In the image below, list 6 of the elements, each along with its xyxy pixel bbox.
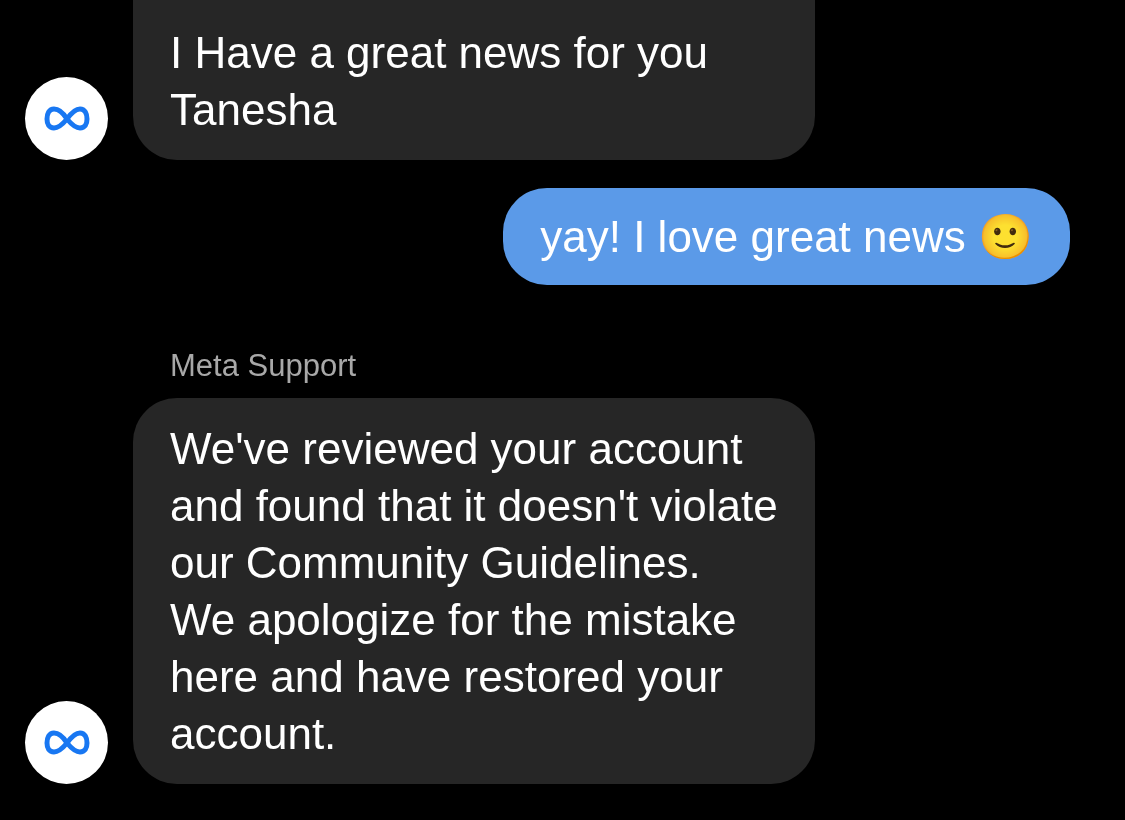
sender-name: Meta Support [170, 347, 358, 385]
infinity-logo-icon [43, 105, 90, 132]
sent-message: yay! I love great news 🙂 [503, 188, 1070, 285]
received-message: I Have a great news for you Tanesha [133, 0, 815, 160]
infinity-logo-icon [43, 729, 90, 756]
received-message: We've reviewed your account and found that it doesn't violate our Community Guidelines. We apologize for the mistake here and have restored your account. [133, 398, 815, 785]
